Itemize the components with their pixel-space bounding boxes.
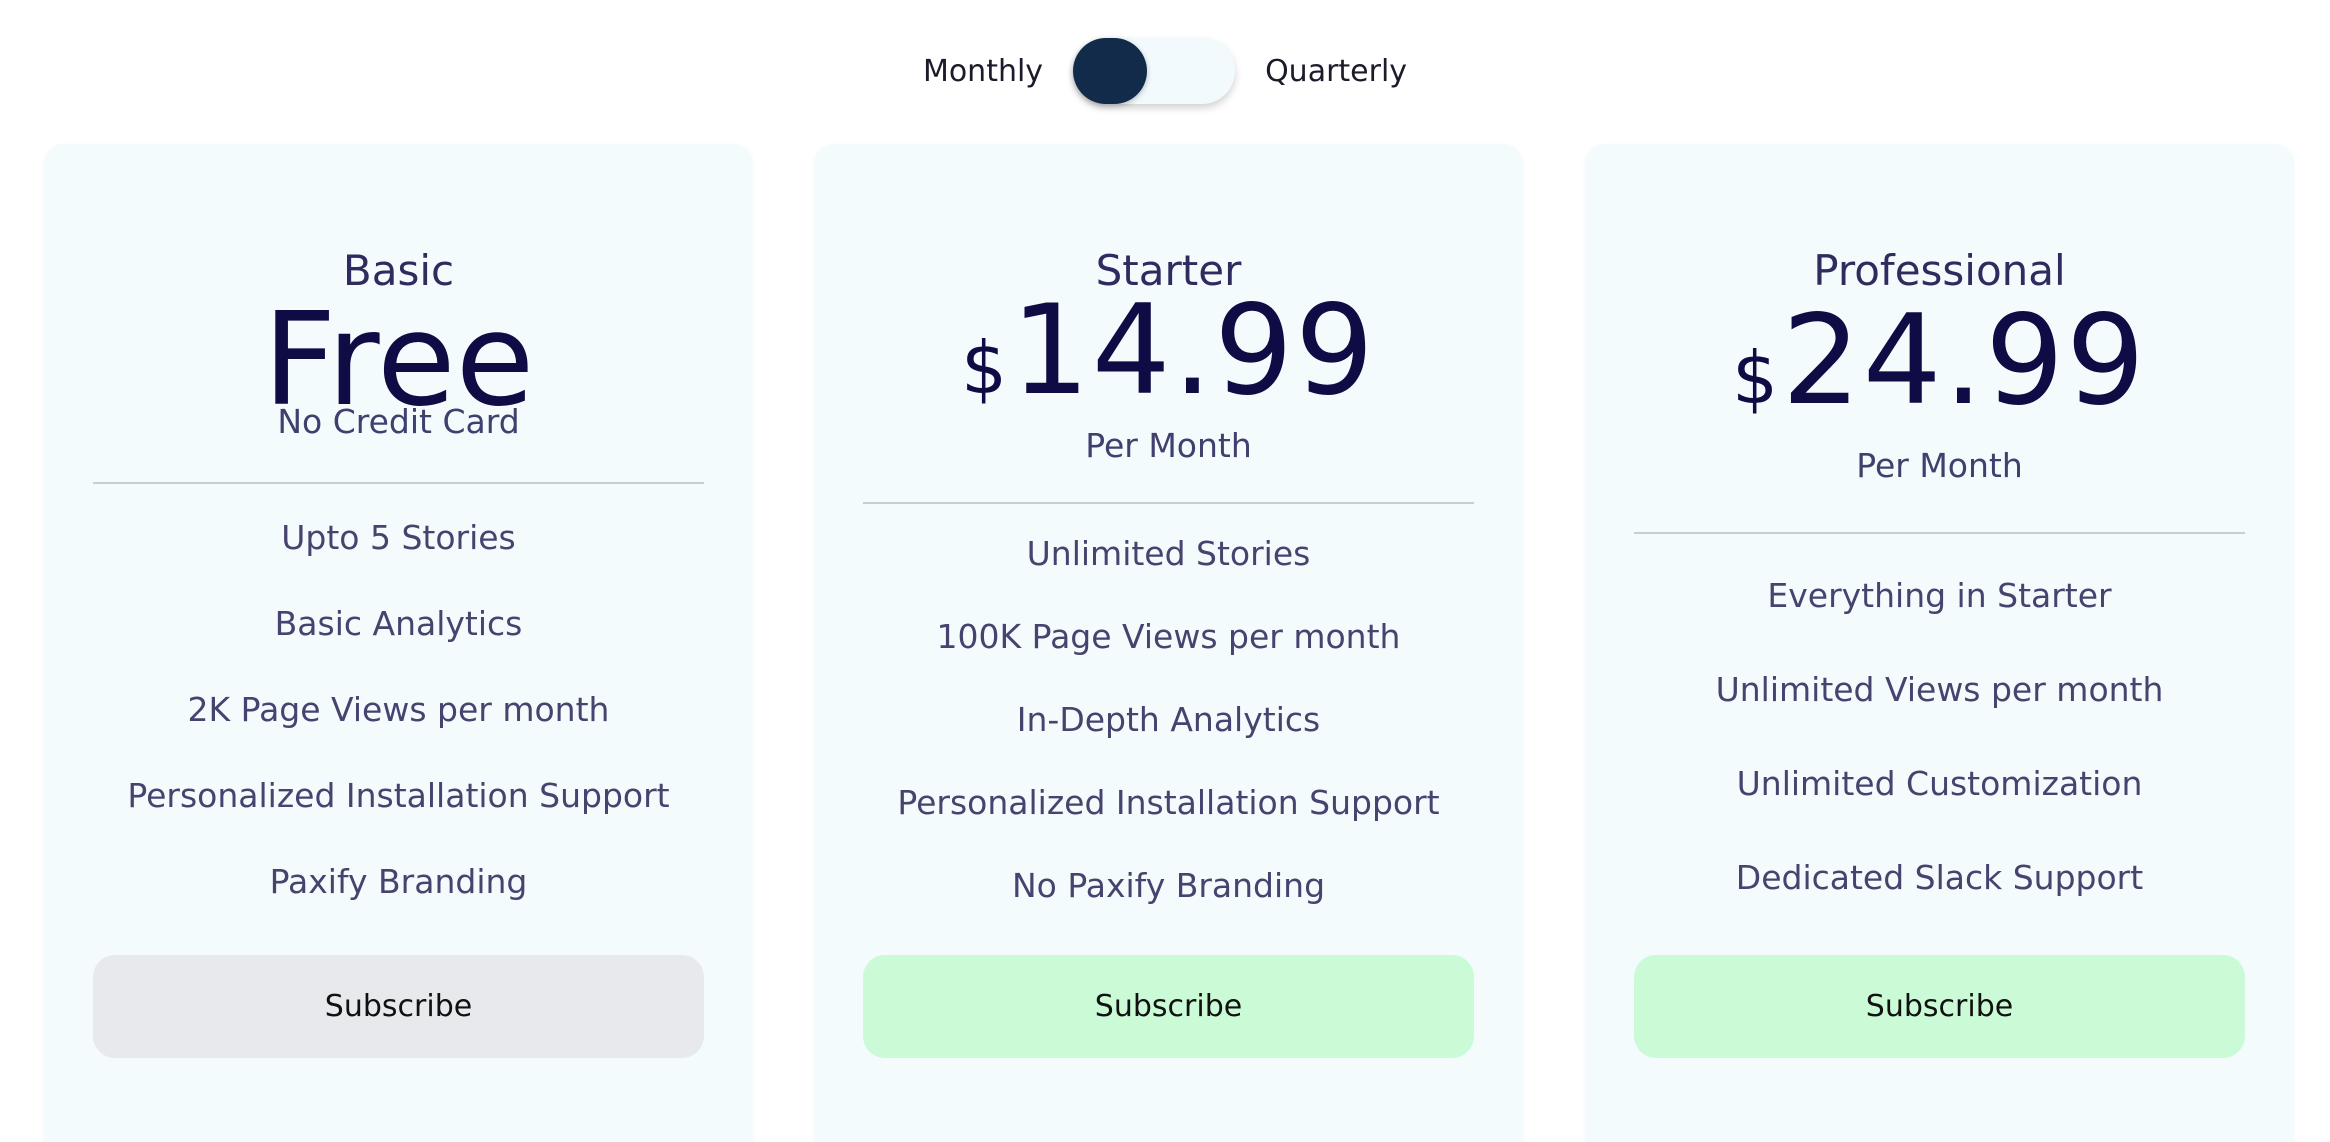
plan-price: $24.99 <box>1585 299 2294 423</box>
feature-item: Unlimited Views per month <box>1715 670 2164 709</box>
feature-item: No Paxify Branding <box>1011 866 1326 905</box>
divider <box>863 502 1474 504</box>
feature-item: Everything in Starter <box>1767 576 2112 615</box>
price-note: Per Month <box>1856 446 2023 485</box>
plan-name: Professional <box>1813 246 2066 295</box>
subscribe-button[interactable]: Subscribe <box>1634 955 2245 1058</box>
feature-item: Dedicated Slack Support <box>1735 858 2144 897</box>
plan-card-basic: Basic Free No Credit Card Upto 5 Stories… <box>44 144 753 1142</box>
feature-item: Unlimited Stories <box>1026 534 1311 573</box>
plan-price: $14.99 <box>814 289 1523 413</box>
currency-symbol: $ <box>961 326 1007 410</box>
divider <box>1634 532 2245 534</box>
feature-item: Basic Analytics <box>274 604 523 643</box>
price-amount: 14.99 <box>1010 279 1376 423</box>
feature-item: 100K Page Views per month <box>936 617 1401 656</box>
feature-item: In-Depth Analytics <box>1016 700 1321 739</box>
subscribe-button[interactable]: Subscribe <box>863 955 1474 1058</box>
pricing-page: Monthly Quarterly Basic Free No Credit C… <box>0 0 2330 1142</box>
feature-item: Personalized Installation Support <box>897 783 1440 822</box>
subscribe-button[interactable]: Subscribe <box>93 955 704 1058</box>
billing-period-toggle: Monthly Quarterly <box>0 36 2330 106</box>
plan-card-starter: Starter $14.99 Per Month Unlimited Stori… <box>814 144 1523 1142</box>
billing-switch[interactable] <box>1073 38 1236 104</box>
price-amount: 24.99 <box>1781 289 2147 433</box>
price-note: No Credit Card <box>277 402 520 441</box>
price-note: Per Month <box>1085 426 1252 465</box>
plan-card-professional: Professional $24.99 Per Month Everything… <box>1585 144 2294 1142</box>
divider <box>93 482 704 484</box>
quarterly-label[interactable]: Quarterly <box>1265 54 1407 89</box>
feature-item: 2K Page Views per month <box>187 690 610 729</box>
feature-item: Unlimited Customization <box>1736 764 2143 803</box>
feature-item: Personalized Installation Support <box>127 776 670 815</box>
pricing-plans: Basic Free No Credit Card Upto 5 Stories… <box>44 144 2294 1142</box>
monthly-label[interactable]: Monthly <box>923 54 1043 89</box>
feature-item: Paxify Branding <box>269 862 528 901</box>
billing-switch-knob[interactable] <box>1073 38 1148 104</box>
feature-item: Upto 5 Stories <box>281 518 516 557</box>
currency-symbol: $ <box>1732 336 1778 420</box>
